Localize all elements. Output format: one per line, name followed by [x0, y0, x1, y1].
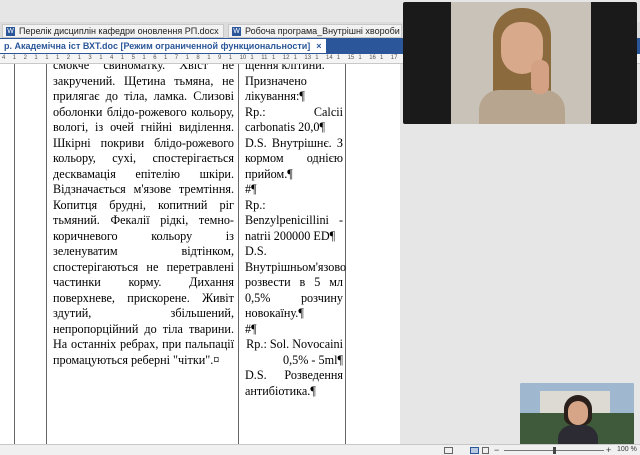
zoom-level[interactable]: 100 %: [617, 446, 637, 453]
treatment-paragraph: #¶: [245, 182, 257, 196]
zoom-in-button[interactable]: +: [606, 445, 611, 455]
ruler-tick-label: 1: [56, 55, 60, 61]
zoom-slider-thumb[interactable]: [553, 447, 556, 454]
ruler-tick-label: 1: [250, 55, 254, 61]
ruler-tick-label: 13: [304, 55, 312, 61]
treatment-paragraph: D.S. Внутрішнє. З кормом однією прийом.¶: [245, 135, 343, 181]
ruler-tick-label: 1: [164, 55, 168, 61]
tab-label: Робоча програма_Внутрішні хвороби: [245, 26, 400, 36]
screen: W Перелік дисциплін кафедри оновлення РП…: [0, 0, 640, 455]
ruler-tick-label: 1: [99, 55, 103, 61]
ruler-tick-label: 10: [239, 55, 247, 61]
treatment-paragraph: D.S. Розведення антибіотика.¶: [245, 368, 343, 398]
ruler-tick-label: 3: [88, 55, 92, 61]
word-icon: W: [232, 26, 241, 36]
status-bar: − + 100 %: [0, 444, 640, 455]
table-border-right: [345, 64, 346, 444]
document-title: р. Академічна іст ВХТ.doc [Режим огранич…: [4, 41, 311, 51]
ruler-tick-label: 1: [34, 55, 38, 61]
ruler-tick-label: 1: [142, 55, 146, 61]
participant-face: [568, 401, 588, 425]
document-page[interactable]: смокче свиноматку. Хвіст не закручений. …: [0, 64, 400, 444]
ruler-tick-label: 14: [326, 55, 333, 61]
treatment-paragraph: Rp.: Calcii carbonatis 20,0¶: [245, 104, 343, 135]
ruler-tick-label: 1: [45, 55, 49, 61]
participant-figure: [558, 395, 598, 446]
zoom-slider[interactable]: [504, 447, 604, 454]
active-document-tab[interactable]: р. Академічна іст ВХТ.doc [Режим огранич…: [0, 39, 326, 53]
table-cell-treatment[interactable]: щення клітини. Призначено лікування:¶ Rp.:…: [245, 64, 347, 399]
participant-video-small[interactable]: [520, 383, 634, 446]
table-cell-examination[interactable]: смокче свиноматку. Хвіст не закручений. …: [53, 64, 234, 368]
ruler-tick-label: 16: [369, 55, 376, 61]
ruler-tick-label: 9: [218, 55, 222, 61]
ruler-tick-label: 4: [2, 55, 6, 61]
table-border-left: [14, 64, 15, 444]
ruler-tick-label: 12: [282, 55, 290, 61]
word-icon: W: [6, 26, 15, 36]
web-layout-icon[interactable]: [482, 447, 489, 454]
ruler-tick-label: 1: [12, 55, 17, 61]
participant-body: [558, 425, 598, 446]
participant-video-main[interactable]: [403, 2, 637, 124]
ruler-tick-label: 5: [131, 55, 135, 61]
participant-hand: [531, 60, 549, 94]
participant-body: [479, 90, 565, 124]
ruler-tick-label: 2: [66, 55, 71, 61]
ruler-tick-label: 15: [347, 55, 355, 61]
treatment-paragraph: Призначено лікування:¶: [245, 73, 307, 104]
ruler-tick-label: 1: [185, 55, 189, 61]
ruler-tick-label: 1: [358, 55, 362, 61]
ruler-tick-label: 1: [380, 55, 384, 61]
treatment-paragraph: Rp.: Benzylpenicillini - natrii 200000 E…: [245, 197, 343, 243]
table-border-col2: [238, 64, 239, 444]
treatment-paragraph: Rp.: Sol. Novocaini 0,5% - 5ml¶: [246, 337, 343, 367]
ruler-tick-label: 1: [207, 55, 211, 61]
ruler-tick-label: 7: [174, 55, 179, 61]
ruler-tick-label: 1: [228, 55, 233, 61]
ruler-tick-label: 11: [261, 55, 268, 61]
read-mode-icon[interactable]: [444, 447, 453, 454]
ruler-tick-label: 1: [293, 55, 297, 61]
treatment-paragraph: щення клітини.: [245, 64, 325, 72]
ruler-tick-label: 1: [336, 55, 341, 61]
zoom-out-button[interactable]: −: [494, 445, 499, 455]
print-layout-icon[interactable]: [470, 447, 479, 454]
examination-text: смокче свиноматку. Хвіст не закручений. …: [53, 64, 234, 367]
treatment-paragraph: #¶: [245, 321, 257, 336]
ruler-tick-label: 8: [196, 55, 200, 61]
tab-disciplines-list[interactable]: W Перелік дисциплін кафедри оновлення РП…: [2, 24, 224, 38]
table-border-col1: [46, 64, 47, 444]
ruler-tick-label: 4: [110, 55, 114, 61]
ruler-tick-label: 1: [77, 55, 81, 61]
ruler-tick-label: 1: [315, 55, 319, 61]
ruler-tick-label: 6: [153, 55, 157, 61]
treatment-paragraph: D.S. Внутрішньом'язово розвести в 5 мл 0…: [245, 244, 347, 320]
tab-work-program[interactable]: W Робоча програма_Внутрішні хвороби: [228, 24, 402, 38]
ruler-tick-label: 2: [23, 55, 27, 61]
close-icon[interactable]: ×: [316, 41, 321, 51]
ruler-tick-label: 1: [120, 55, 125, 61]
tab-label: Перелік дисциплін кафедри оновлення РП.d…: [19, 26, 219, 36]
ruler-tick-label: 17: [390, 55, 398, 61]
ruler-tick-label: 1: [272, 55, 276, 61]
